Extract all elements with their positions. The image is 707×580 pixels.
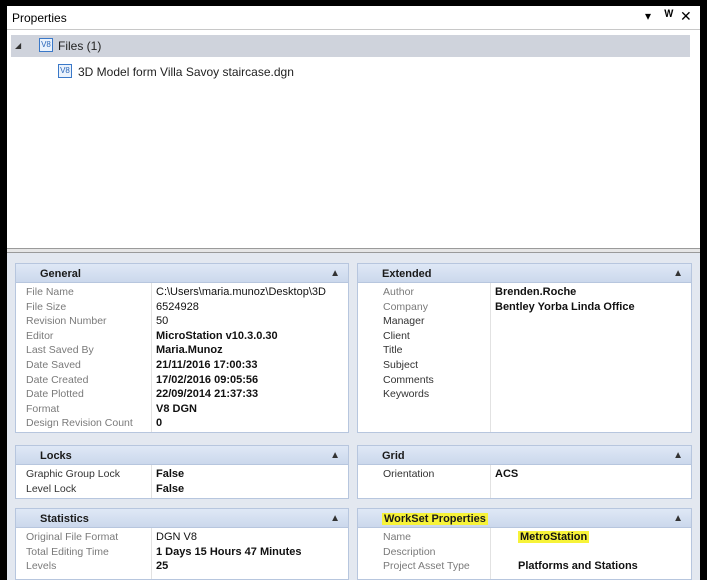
section-body: Author Brenden.Roche Company Bentley Yorba…: [357, 283, 692, 433]
title-bar: Properties ▾ 𝐖 ✕: [7, 6, 700, 30]
close-icon[interactable]: ✕: [680, 8, 692, 25]
property-row[interactable]: Original File Format DGN V8: [16, 531, 348, 546]
section-title: WorkSet Properties: [382, 513, 488, 525]
property-row[interactable]: Date Saved 21/11/2016 17:00:33: [16, 359, 348, 374]
property-row[interactable]: Editor MicroStation v10.3.0.30: [16, 330, 348, 345]
highlighted-value: MetroStation: [518, 531, 590, 543]
v8-file-icon: V8: [58, 64, 72, 78]
section-header[interactable]: General ▲: [15, 263, 349, 283]
section-statistics: Statistics ▲ Original File Format DGN V8 …: [15, 508, 349, 580]
collapse-icon[interactable]: ▲: [673, 268, 683, 279]
properties-panel: General ▲ File Name C:\Users\maria.munoz\…: [7, 253, 700, 580]
section-body: Orientation ACS: [357, 465, 692, 499]
property-row[interactable]: Format V8 DGN: [16, 403, 348, 418]
section-title: Locks: [40, 450, 72, 462]
section-body: File Name C:\Users\maria.munoz\Desktop\3D…: [15, 283, 349, 433]
property-row[interactable]: Design Revision Count 0: [16, 417, 348, 432]
section-general: General ▲ File Name C:\Users\maria.munoz\…: [15, 263, 349, 433]
expand-triangle-icon[interactable]: ◢: [15, 41, 21, 50]
property-row[interactable]: Description: [358, 546, 691, 561]
properties-window: Properties ▾ 𝐖 ✕ ◢ V8 Files (1) V8 3D Mo…: [7, 6, 700, 580]
property-row[interactable]: Manager: [358, 315, 691, 330]
property-row[interactable]: Last Saved By Maria.Munoz: [16, 344, 348, 359]
section-body: Graphic Group Lock False Level Lock False: [15, 465, 349, 499]
file-tree: ◢ V8 Files (1) V8 3D Model form Villa Sa…: [7, 31, 700, 249]
window-title: Properties: [12, 11, 67, 25]
property-row[interactable]: Total Editing Time 1 Days 15 Hours 47 Min…: [16, 546, 348, 561]
section-title: Grid: [382, 450, 405, 462]
collapse-icon[interactable]: ▲: [330, 513, 340, 524]
property-row[interactable]: Date Plotted 22/09/2014 21:37:33: [16, 388, 348, 403]
v8-file-icon: V8: [39, 38, 53, 52]
property-row[interactable]: File Size 6524928: [16, 301, 348, 316]
section-grid: Grid ▲ Orientation ACS: [357, 445, 692, 499]
collapse-icon[interactable]: ▲: [330, 450, 340, 461]
section-header[interactable]: Extended ▲: [357, 263, 692, 283]
section-title: Extended: [382, 268, 432, 280]
section-header[interactable]: Grid ▲: [357, 445, 692, 465]
tree-item-label: Files (1): [58, 39, 102, 53]
property-row[interactable]: Keywords: [358, 388, 691, 403]
section-body: Name MetroStation Description Project Ass…: [357, 528, 692, 580]
collapse-icon[interactable]: ▲: [673, 450, 683, 461]
property-row[interactable]: File Name C:\Users\maria.munoz\Desktop\3D: [16, 286, 348, 301]
section-header[interactable]: Statistics ▲: [15, 508, 349, 528]
section-title: Statistics: [40, 513, 89, 525]
pin-icon[interactable]: 𝐖: [664, 9, 674, 20]
property-row[interactable]: Graphic Group Lock False: [16, 468, 348, 483]
section-header[interactable]: WorkSet Properties ▲: [357, 508, 692, 528]
property-row[interactable]: Level Lock False: [16, 483, 348, 498]
property-row[interactable]: Client: [358, 330, 691, 345]
tree-item-label: 3D Model form Villa Savoy staircase.dgn: [78, 65, 294, 79]
section-workset: WorkSet Properties ▲ Name MetroStation De…: [357, 508, 692, 580]
collapse-icon[interactable]: ▲: [330, 268, 340, 279]
section-body: Original File Format DGN V8 Total Editing…: [15, 528, 349, 580]
property-row[interactable]: Author Brenden.Roche: [358, 286, 691, 301]
property-row[interactable]: Revision Number 50: [16, 315, 348, 330]
dropdown-icon[interactable]: ▾: [645, 9, 651, 23]
section-extended: Extended ▲ Author Brenden.Roche Company Be…: [357, 263, 692, 433]
property-row[interactable]: Orientation ACS: [358, 468, 691, 483]
property-row[interactable]: Title: [358, 344, 691, 359]
section-locks: Locks ▲ Graphic Group Lock False Level Lo…: [15, 445, 349, 499]
property-row[interactable]: Date Created 17/02/2016 09:05:56: [16, 374, 348, 389]
property-row[interactable]: Comments: [358, 374, 691, 389]
collapse-icon[interactable]: ▲: [673, 513, 683, 524]
property-row[interactable]: Subject: [358, 359, 691, 374]
tree-item-files[interactable]: ◢ V8 Files (1): [11, 35, 690, 57]
property-row[interactable]: Levels 25: [16, 560, 348, 575]
section-title: General: [40, 268, 81, 280]
section-header[interactable]: Locks ▲: [15, 445, 349, 465]
property-row[interactable]: Project Asset Type Platforms and Stations: [358, 560, 691, 575]
property-row[interactable]: Company Bentley Yorba Linda Office: [358, 301, 691, 316]
property-row[interactable]: Name MetroStation: [358, 531, 691, 546]
